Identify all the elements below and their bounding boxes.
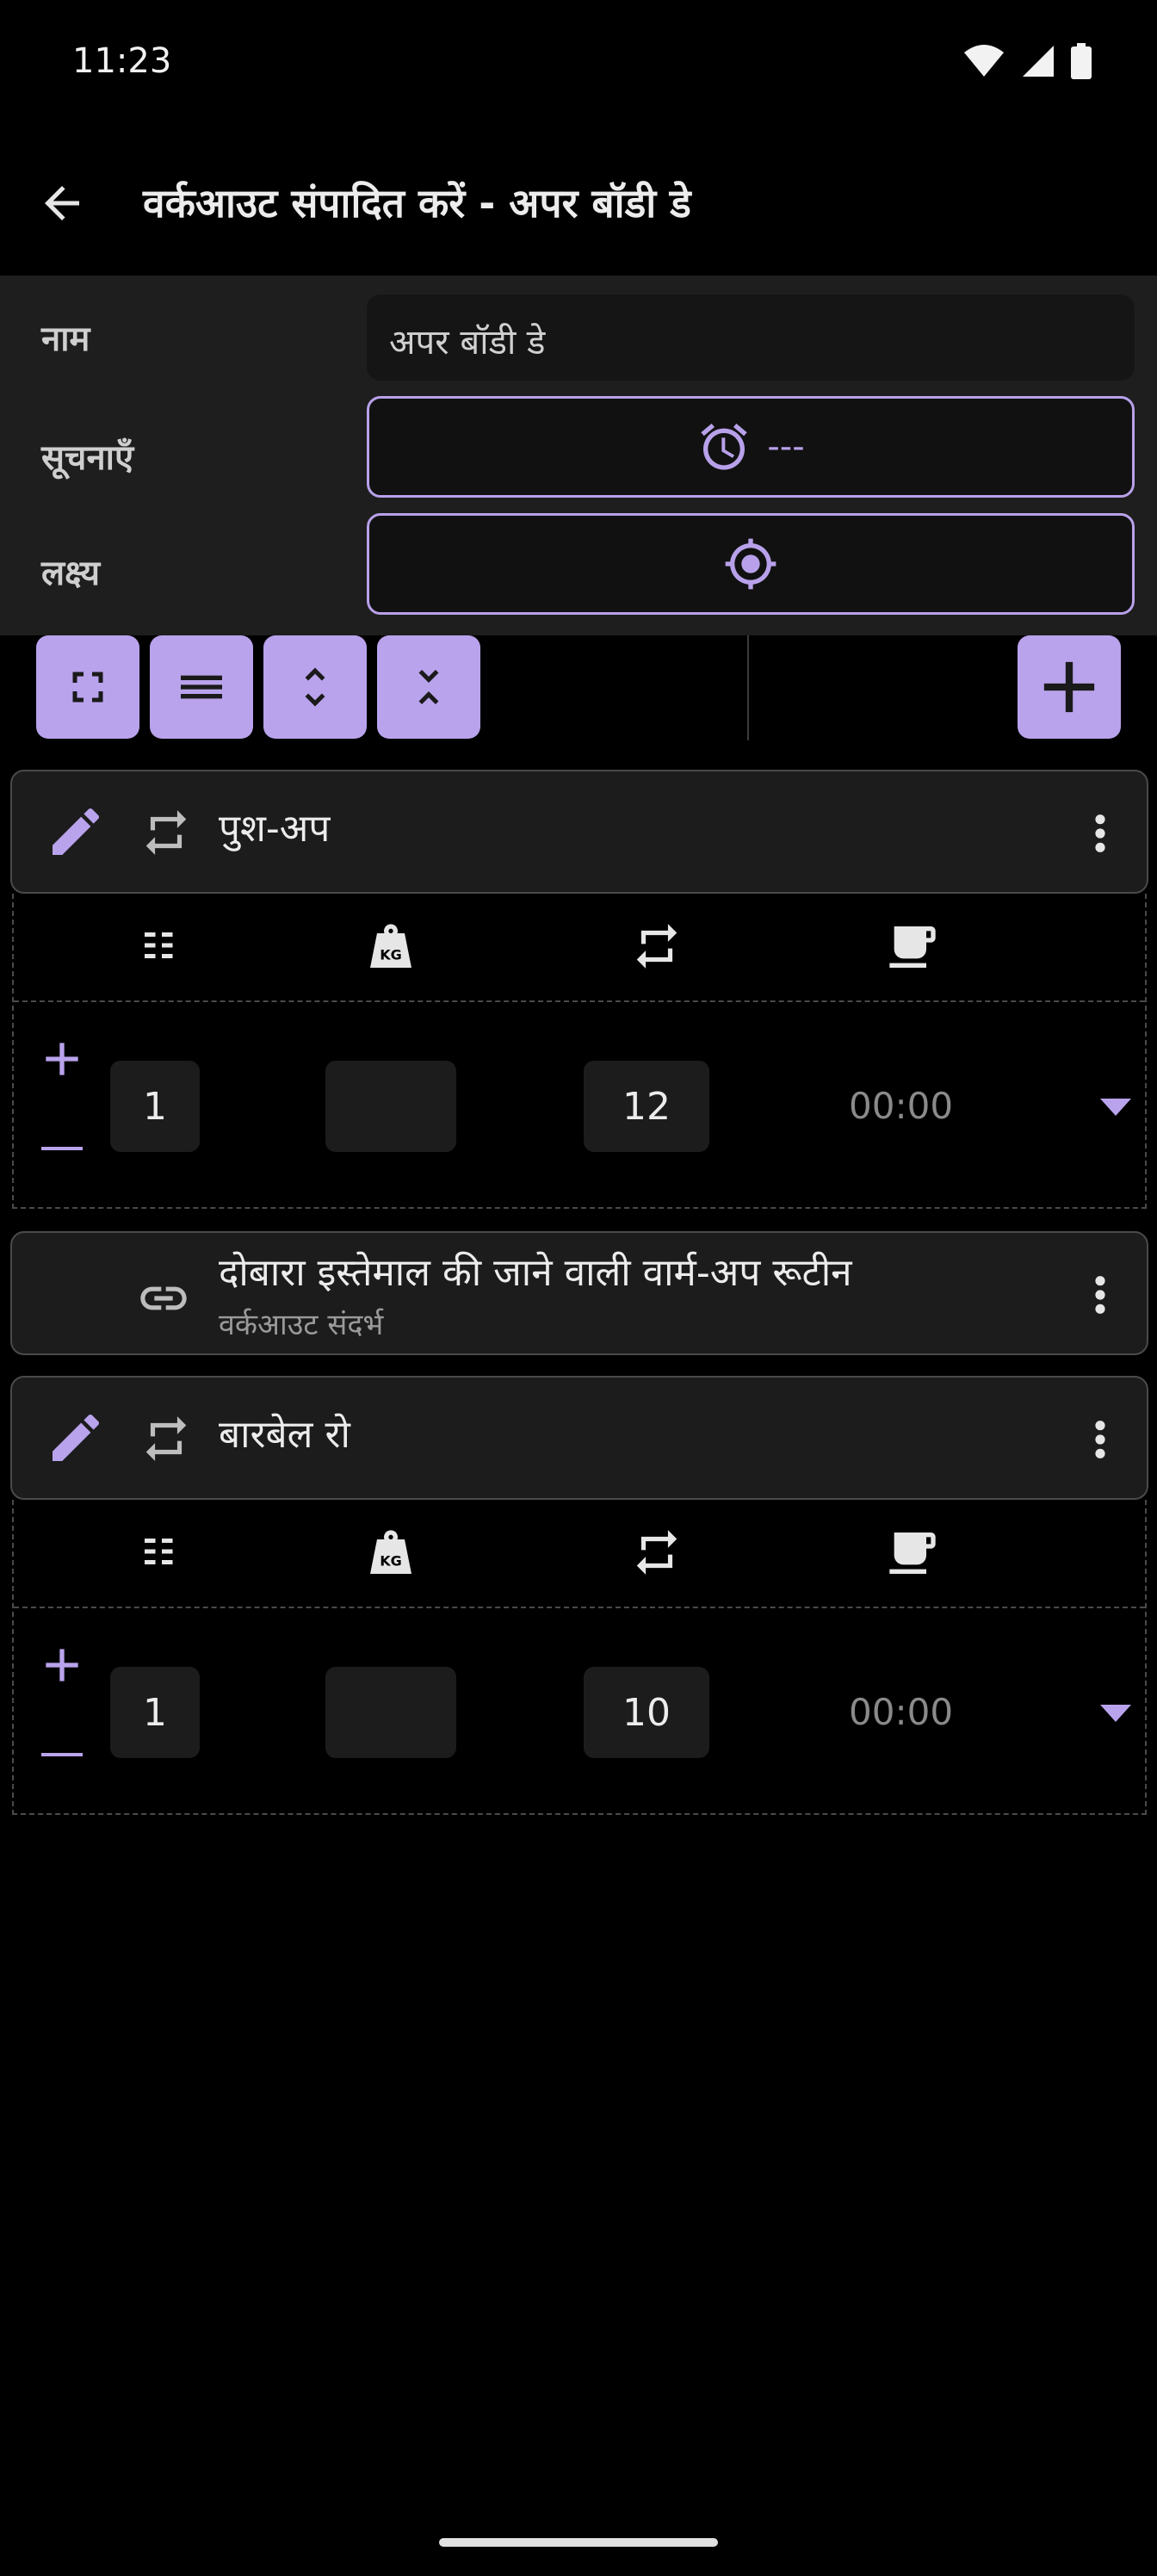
name-row: नाम अपर बॉडी डे <box>0 276 1157 396</box>
svg-text:KG: KG <box>380 947 402 963</box>
notifications-value: --- <box>767 427 805 467</box>
set-count[interactable]: 1 <box>110 1667 200 1758</box>
rest-time[interactable]: 00:00 <box>849 1085 953 1127</box>
more-vert-icon[interactable] <box>1085 1415 1116 1464</box>
reference-title: दोबारा इस्तेमाल की जाने वाली वार्म-अप रू… <box>219 1251 852 1295</box>
more-vert-icon[interactable] <box>1085 809 1116 858</box>
repeat-icon <box>145 810 187 855</box>
toolbar <box>0 635 1157 747</box>
expand-button[interactable] <box>263 635 367 739</box>
notifications-row: सूचनाएँ --- <box>0 394 1157 506</box>
rest-cup-icon <box>889 926 936 968</box>
name-input[interactable]: अपर बॉडी डे <box>367 294 1135 381</box>
dropdown-arrow-icon[interactable] <box>1100 1705 1131 1722</box>
set-row: 1 12 00:00 <box>14 1002 1145 1209</box>
set-number-icon <box>145 1539 173 1564</box>
battery-icon <box>1071 43 1092 79</box>
svg-text:KG: KG <box>380 1553 402 1570</box>
set-header: KG <box>14 1500 1145 1608</box>
set-number-icon <box>145 932 173 958</box>
add-set-icon[interactable] <box>34 1638 90 1693</box>
expand-all-button[interactable] <box>36 635 139 739</box>
reference-subtitle: वर्कआउट संदर्भ <box>219 1308 384 1342</box>
reps-input[interactable]: 10 <box>584 1667 709 1758</box>
rest-time[interactable]: 00:00 <box>849 1691 953 1733</box>
app-bar: वर्कआउट संपादित करें - अपर बॉडी डे <box>0 129 1157 276</box>
weight-icon: KG <box>370 1530 411 1574</box>
rest-cup-icon <box>889 1533 936 1574</box>
remove-set-icon[interactable] <box>41 1147 83 1150</box>
fullscreen-icon <box>72 672 103 703</box>
edit-icon[interactable] <box>45 1407 107 1469</box>
exercise-card[interactable]: पुश-अप <box>10 770 1148 894</box>
status-icons <box>962 43 1092 79</box>
exercise-name: पुश-अप <box>219 807 331 851</box>
alarm-icon <box>701 423 748 470</box>
weight-input[interactable] <box>325 1061 456 1152</box>
remove-set-icon[interactable] <box>41 1753 83 1756</box>
weight-input[interactable] <box>325 1667 456 1758</box>
back-button[interactable] <box>31 172 93 234</box>
plus-icon <box>1043 661 1095 713</box>
name-label: नाम <box>41 319 90 359</box>
workout-form: नाम अपर बॉडी डे सूचनाएँ --- लक्ष्य <box>0 276 1157 635</box>
goal-button[interactable] <box>367 513 1135 615</box>
goal-label: लक्ष्य <box>41 554 101 593</box>
reps-input[interactable]: 12 <box>584 1061 709 1152</box>
weight-icon: KG <box>370 924 411 968</box>
reorder-button[interactable] <box>150 635 253 739</box>
page-title: वर्कआउट संपादित करें - अपर बॉडी डे <box>143 180 691 226</box>
reps-icon <box>636 1530 677 1575</box>
goal-row: लक्ष्य <box>0 510 1157 622</box>
arrow-back-icon <box>45 186 79 220</box>
add-set-icon[interactable] <box>34 1031 90 1087</box>
toolbar-divider <box>747 635 749 740</box>
set-row: 1 10 00:00 <box>14 1608 1145 1815</box>
reps-icon <box>636 924 677 969</box>
menu-lines-icon <box>181 675 222 699</box>
set-block: KG 1 10 00:00 <box>12 1500 1147 1815</box>
notifications-button[interactable]: --- <box>367 396 1135 498</box>
dropdown-arrow-icon[interactable] <box>1100 1099 1131 1116</box>
exercise-name: बारबेल रो <box>219 1413 350 1457</box>
repeat-icon <box>145 1416 187 1461</box>
set-header: KG <box>14 894 1145 1002</box>
status-time: 11:23 <box>72 41 172 81</box>
signal-icon <box>1023 46 1054 77</box>
add-exercise-button[interactable] <box>1018 635 1121 739</box>
edit-icon[interactable] <box>45 801 107 863</box>
set-block: KG 1 12 00:00 <box>12 894 1147 1209</box>
wifi-icon <box>964 45 1004 77</box>
collapse-button[interactable] <box>377 635 480 739</box>
status-bar: 11:23 <box>0 0 1157 129</box>
unfold-less-icon <box>418 670 439 704</box>
link-icon <box>140 1286 187 1310</box>
unfold-more-icon <box>305 667 325 707</box>
gesture-nav-handle[interactable] <box>439 2538 718 2547</box>
workout-reference-card[interactable]: दोबारा इस्तेमाल की जाने वाली वार्म-अप रू… <box>10 1231 1148 1355</box>
target-icon <box>725 538 776 590</box>
notifications-label: सूचनाएँ <box>41 438 134 478</box>
exercise-card[interactable]: बारबेल रो <box>10 1376 1148 1500</box>
set-count[interactable]: 1 <box>110 1061 200 1152</box>
more-vert-icon[interactable] <box>1085 1271 1116 1319</box>
